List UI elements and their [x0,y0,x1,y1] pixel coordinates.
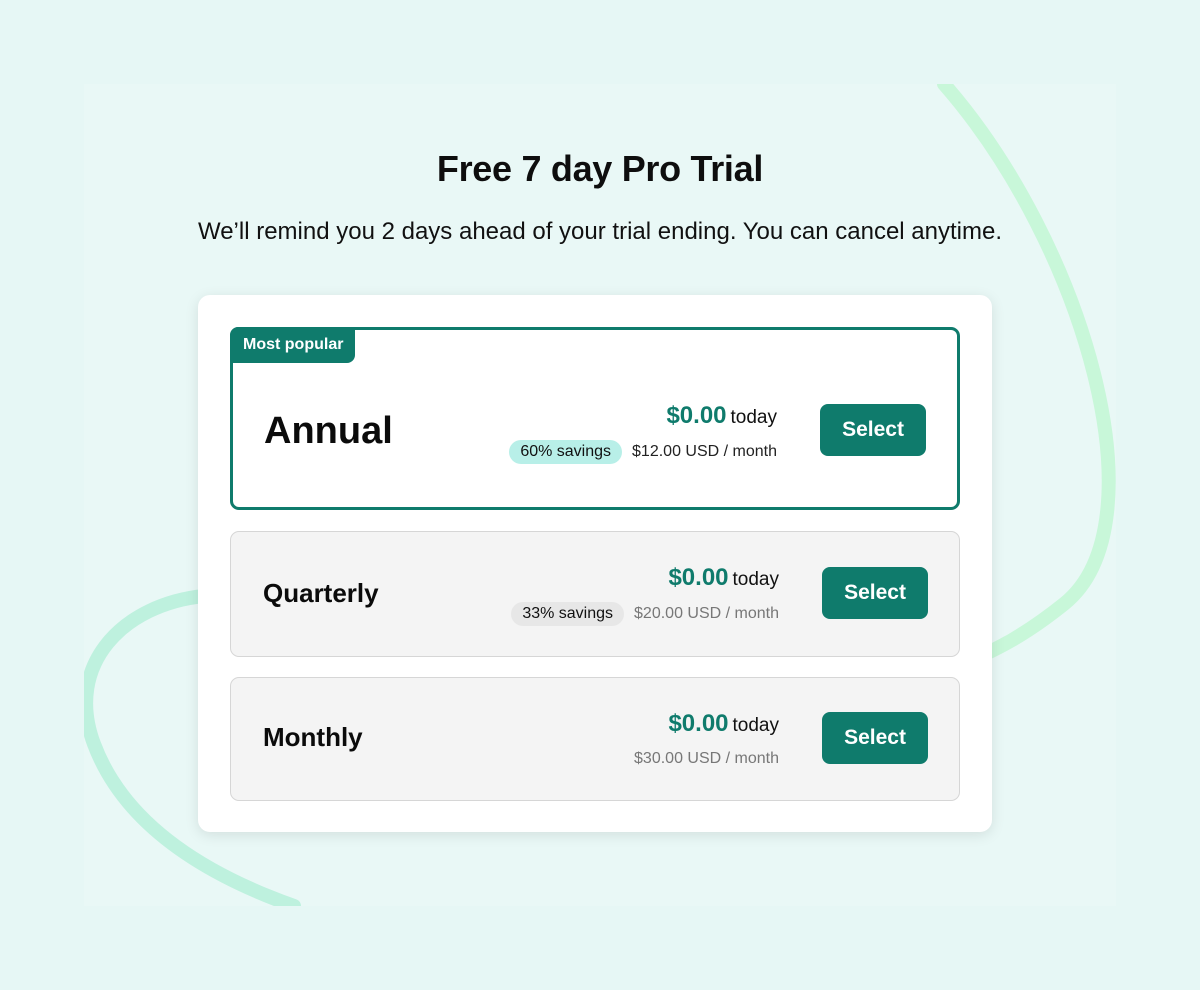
select-quarterly-button[interactable]: Select [822,567,928,619]
price-unit: today [730,407,777,428]
select-annual-button[interactable]: Select [820,404,926,456]
savings-badge: 60% savings [509,440,623,464]
trial-panel: Free 7 day Pro Trial We’ll remind you 2 … [84,84,1116,906]
price-today: $0.00 today [668,564,779,592]
plan-monthly[interactable]: Monthly $0.00 today $30.00 USD / month Se… [230,677,960,801]
price-today: $0.00 today [668,710,779,738]
plan-quarterly[interactable]: Quarterly $0.00 today 33% savings $20.00 … [230,531,960,657]
plans-card: Most popular Annual $0.00 today 60% savin… [198,295,992,832]
price-amount: $0.00 [668,710,729,737]
savings-badge: 33% savings [511,602,625,626]
select-monthly-button[interactable]: Select [822,712,928,764]
plan-annual[interactable]: Most popular Annual $0.00 today 60% savin… [230,327,960,510]
monthly-price: $12.00 USD / month [632,443,777,460]
price-details: 60% savings $12.00 USD / month [509,440,777,464]
monthly-price: $30.00 USD / month [634,750,779,767]
price-amount: $0.00 [666,402,727,429]
page-subtitle: We’ll remind you 2 days ahead of your tr… [197,218,1003,245]
price-unit: today [732,715,779,736]
monthly-price: $20.00 USD / month [634,605,779,622]
plan-name: Monthly [263,722,363,752]
price-amount: $0.00 [668,564,729,591]
price-unit: today [732,569,779,590]
plan-name: Annual [264,410,393,452]
plan-name: Quarterly [263,578,379,608]
most-popular-badge: Most popular [230,327,356,363]
price-details: $30.00 USD / month [634,750,779,768]
price-details: 33% savings $20.00 USD / month [511,602,779,626]
price-today: $0.00 today [666,402,777,430]
page-title: Free 7 day Pro Trial [436,148,764,189]
